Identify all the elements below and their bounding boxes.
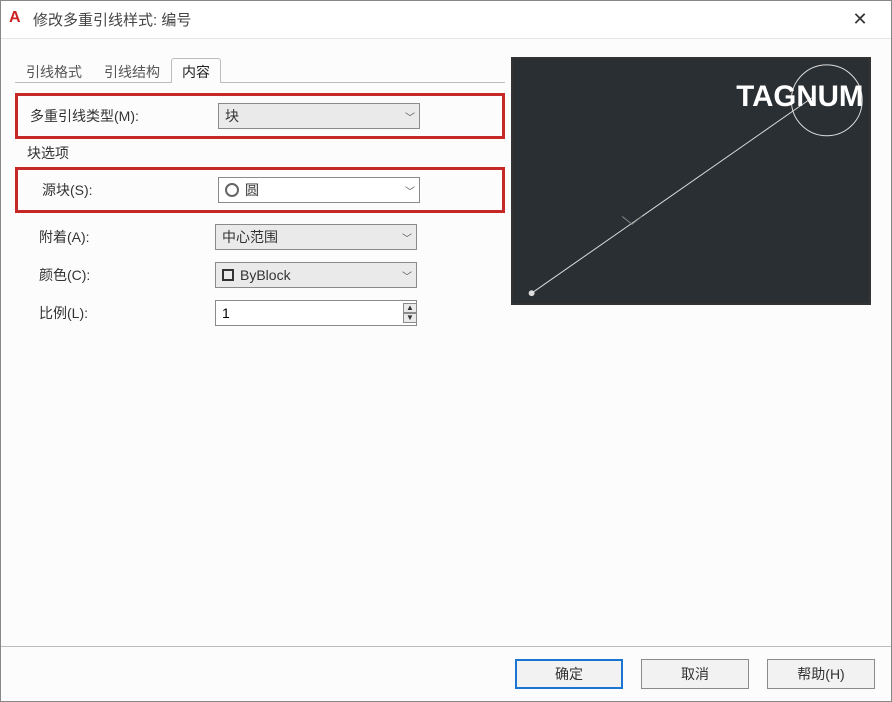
cancel-button[interactable]: 取消 <box>641 659 749 689</box>
leader-line <box>532 96 814 293</box>
dialog-body: 引线格式 引线结构 内容 多重引线类型(M): 块 ﹀ <box>1 39 891 641</box>
chevron-down-icon: ﹀ <box>402 230 412 245</box>
square-icon <box>222 269 234 281</box>
ok-button[interactable]: 确定 <box>515 659 623 689</box>
color-combo[interactable]: ByBlock ﹀ <box>215 262 417 288</box>
tab-leader-format[interactable]: 引线格式 <box>15 58 93 83</box>
color-label: 颜色(C): <box>15 265 215 285</box>
help-button[interactable]: 帮助(H) <box>767 659 875 689</box>
leader-arrowhead <box>529 290 535 296</box>
source-block-value: 圆 <box>245 180 259 200</box>
block-options-group: 块选项 <box>15 143 505 163</box>
scale-spinner[interactable]: ▲ ▼ <box>215 300 417 326</box>
color-value: ByBlock <box>240 267 291 283</box>
mleader-type-value: 块 <box>225 106 239 126</box>
highlight-source-block: 源块(S): 圆 ﹀ <box>15 167 505 213</box>
preview-svg: TAGNUM <box>513 59 869 303</box>
scale-label: 比例(L): <box>15 303 215 323</box>
attachment-label: 附着(A): <box>15 227 215 247</box>
tab-label: 引线格式 <box>26 64 82 80</box>
tab-content[interactable]: 内容 <box>171 58 221 83</box>
window-title: 修改多重引线样式: 编号 <box>33 9 191 30</box>
source-block-combo[interactable]: 圆 ﹀ <box>218 177 420 203</box>
chevron-down-icon: ﹀ <box>405 183 415 198</box>
close-button[interactable]: ✕ <box>837 1 883 39</box>
button-row: 确定 取消 帮助(H) <box>515 659 875 689</box>
mleader-type-label: 多重引线类型(M): <box>18 106 218 126</box>
ok-label: 确定 <box>555 664 583 684</box>
chevron-down-icon: ﹀ <box>405 109 415 124</box>
scale-input[interactable] <box>222 305 403 321</box>
block-options-label: 块选项 <box>15 143 505 163</box>
tab-label: 引线结构 <box>104 64 160 80</box>
tab-strip: 引线格式 引线结构 内容 <box>15 57 505 83</box>
attachment-combo[interactable]: 中心范围 ﹀ <box>215 224 417 250</box>
spin-up-button[interactable]: ▲ <box>403 303 417 313</box>
cancel-label: 取消 <box>681 664 709 684</box>
separator <box>1 646 891 647</box>
tag-text: TAGNUM <box>736 80 863 113</box>
help-label: 帮助(H) <box>797 664 844 684</box>
chevron-down-icon: ﹀ <box>402 268 412 283</box>
source-block-label: 源块(S): <box>18 180 218 200</box>
preview-panel: TAGNUM <box>511 57 871 305</box>
close-icon: ✕ <box>852 9 867 30</box>
app-icon <box>9 11 27 29</box>
circle-icon <box>225 183 239 197</box>
spin-down-button[interactable]: ▼ <box>403 313 417 323</box>
right-column: TAGNUM <box>505 57 877 641</box>
title-bar: 修改多重引线样式: 编号 ✕ <box>1 1 891 39</box>
left-column: 引线格式 引线结构 内容 多重引线类型(M): 块 ﹀ <box>15 57 505 641</box>
attachment-value: 中心范围 <box>222 227 278 247</box>
tab-label: 内容 <box>182 64 210 80</box>
tab-leader-structure[interactable]: 引线结构 <box>93 58 171 83</box>
mleader-type-combo[interactable]: 块 ﹀ <box>218 103 420 129</box>
highlight-mleader-type: 多重引线类型(M): 块 ﹀ <box>15 93 505 139</box>
